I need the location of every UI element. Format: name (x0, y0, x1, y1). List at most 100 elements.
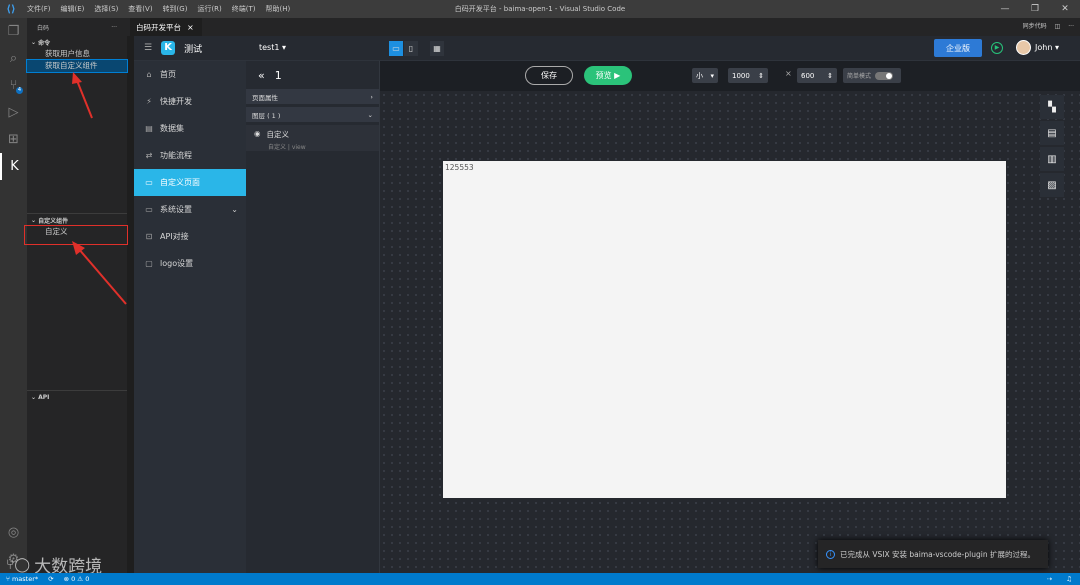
explorer-icon[interactable]: ❐ (0, 18, 27, 45)
layer-name: 自定义 (266, 130, 290, 139)
monitor-icon: ▭ (145, 205, 153, 214)
nav-workflow[interactable]: ⇄ 功能流程 (134, 142, 246, 169)
split-editor-icon[interactable]: ◫ (1055, 18, 1061, 36)
grid-switch: ▦ (430, 41, 444, 56)
tab-baima-platform[interactable]: 白码开发平台 × (130, 18, 202, 36)
size-select[interactable]: 小 ▾ (692, 68, 718, 83)
app-name: 测试 (184, 44, 203, 55)
sidebar-header: 白码 ··· (27, 18, 127, 36)
nav-label: logo设置 (160, 259, 194, 268)
preview-button[interactable]: 预览 ▶ (584, 66, 632, 85)
menu-run[interactable]: 运行(R) (192, 0, 226, 18)
grid-icon[interactable]: ▦ (430, 41, 444, 56)
page-icon: ▭ (145, 178, 153, 187)
home-icon: ⌂ (146, 70, 152, 79)
search-icon[interactable]: ⌕ (0, 45, 27, 72)
chevron-down-icon: ⌄ (367, 110, 373, 119)
tab-close-icon[interactable]: × (187, 23, 194, 32)
nav-label: API对接 (160, 232, 189, 241)
close-icon[interactable]: ✕ (1050, 0, 1080, 18)
layer-item[interactable]: ◉ 自定义 自定义 | view (246, 125, 379, 151)
live-share-icon[interactable]: ⇢ (1047, 573, 1052, 585)
height-value: 600 (801, 71, 815, 80)
desktop-icon[interactable]: ▭ (389, 41, 403, 56)
minimize-icon[interactable]: — (990, 0, 1020, 18)
stepper-icon: ⇕ (758, 71, 764, 80)
menu-view[interactable]: 查看(V) (123, 0, 157, 18)
restore-icon[interactable]: ❐ (1020, 0, 1050, 18)
nav-home[interactable]: ⌂ 首页 (134, 61, 246, 88)
menu-edit[interactable]: 编辑(E) (56, 0, 90, 18)
notification-toast[interactable]: i 已完成从 VSIX 安装 baima-vscode-plugin 扩展的过程… (818, 540, 1048, 568)
components-icon[interactable]: ▚ (1040, 95, 1064, 119)
menu-selection[interactable]: 选择(S) (89, 0, 123, 18)
api-icon: ⊡ (145, 232, 153, 241)
branch-indicator[interactable]: ⑂ master* (6, 575, 38, 583)
more-actions-icon[interactable]: ··· (111, 24, 117, 31)
app-logo: ☰ K 测试 (144, 41, 202, 55)
canvas-toolbar: 保存 预览 ▶ 小 ▾ 1000 ⇕ × 600 ⇕ 简单模式 (380, 61, 910, 91)
picture-icon[interactable]: ▨ (1040, 173, 1064, 197)
nav-label: 系统设置 (160, 205, 192, 214)
clipboard-icon[interactable]: ▤ (1040, 121, 1064, 145)
run-debug-icon[interactable]: ▷ (0, 99, 27, 126)
vscode-logo-icon: ⟨⟩ (6, 3, 16, 15)
caret-icon: ▾ (710, 71, 714, 80)
layers-bar[interactable]: 图层 ( 1 ) ⌄ (246, 107, 379, 122)
annotation-arrow-2 (72, 241, 127, 305)
nav-logo-settings[interactable]: ▢ logo设置 (134, 250, 246, 277)
annotation-arrow-1 (72, 72, 93, 119)
problems-indicator[interactable]: ⊗ 0 ⚠ 0 (64, 575, 90, 583)
width-input[interactable]: 1000 ⇕ (728, 68, 768, 83)
sync-code-button[interactable]: 同步代码 (1023, 18, 1047, 36)
notifications-bell-icon[interactable]: ♫ (1066, 573, 1072, 585)
section-api[interactable]: ⌄ API (27, 391, 127, 403)
webview: ☰ K 测试 test1 ▾ 企业版 ▶ John ▾ ⌂ 首页 ⚡ 快捷开发 ▤ 数… (134, 36, 1080, 573)
run-icon[interactable]: ▶ (991, 42, 1003, 54)
layers-label: 图层 ( 1 ) (252, 111, 281, 120)
toggle-switch[interactable] (875, 71, 894, 80)
nav-system-settings[interactable]: ▭ 系统设置 ⌄ (134, 196, 246, 223)
menu-toggle-icon[interactable]: ☰ (144, 43, 152, 53)
table-icon[interactable]: ▥ (1040, 147, 1064, 171)
eye-icon[interactable]: ◉ (254, 129, 261, 140)
app-nav: ⌂ 首页 ⚡ 快捷开发 ▤ 数据集 ⇄ 功能流程 ▭ 自定义页面 ▭ 系统设置 ⌄ ⊡ API对… (134, 61, 246, 573)
command-get-user-info[interactable]: 获取用户信息 (27, 48, 127, 60)
source-control-icon[interactable]: ⑂ 4 (0, 72, 27, 99)
title-bar: ⟨⟩ 文件(F) 编辑(E) 选择(S) 查看(V) 转到(G) 运行(R) 终… (0, 0, 1080, 18)
simple-mode-toggle[interactable]: 简单模式 (843, 68, 901, 83)
mobile-icon[interactable]: ▯ (404, 41, 418, 56)
menu-file[interactable]: 文件(F) (22, 0, 56, 18)
times-sign: × (785, 69, 792, 78)
nav-custom-page[interactable]: ▭ 自定义页面 (134, 169, 246, 196)
height-input[interactable]: 600 ⇕ (797, 68, 837, 83)
page-preview[interactable]: 125553 (443, 161, 1006, 498)
enterprise-button[interactable]: 企业版 (934, 39, 982, 57)
baima-plugin-icon[interactable]: K (0, 153, 27, 180)
brand-icon: K (161, 41, 176, 55)
user-menu[interactable]: John ▾ (1016, 40, 1059, 55)
page-properties-bar[interactable]: 页面属性 › (246, 89, 379, 104)
menu-go[interactable]: 转到(G) (158, 0, 193, 18)
avatar (1016, 40, 1031, 55)
more-icon[interactable]: ··· (1068, 18, 1074, 36)
extensions-icon[interactable]: ⊞ (0, 126, 27, 153)
nav-quick-dev[interactable]: ⚡ 快捷开发 (134, 88, 246, 115)
project-dropdown[interactable]: test1 ▾ (259, 43, 286, 52)
menu-terminal[interactable]: 终端(T) (227, 0, 261, 18)
account-icon[interactable]: ◎ (0, 519, 27, 546)
command-get-custom-component[interactable]: 获取自定义组件 (26, 59, 128, 73)
sync-icon[interactable]: ⟳ (48, 575, 53, 583)
nav-dataset[interactable]: ▤ 数据集 (134, 115, 246, 142)
scm-badge: 4 (16, 87, 23, 94)
stepper-icon: ⇕ (827, 71, 833, 80)
menu-bar: 文件(F) 编辑(E) 选择(S) 查看(V) 转到(G) 运行(R) 终端(T… (22, 0, 295, 18)
size-value: 小 (696, 71, 703, 80)
menu-help[interactable]: 帮助(H) (261, 0, 296, 18)
nav-api[interactable]: ⊡ API对接 (134, 223, 246, 250)
save-button[interactable]: 保存 (525, 66, 573, 85)
back-icon[interactable]: « (258, 69, 265, 82)
section-commands-label: 命令 (38, 39, 51, 47)
section-commands[interactable]: ⌄ 命令 (27, 36, 127, 48)
nav-label: 功能流程 (160, 151, 192, 160)
